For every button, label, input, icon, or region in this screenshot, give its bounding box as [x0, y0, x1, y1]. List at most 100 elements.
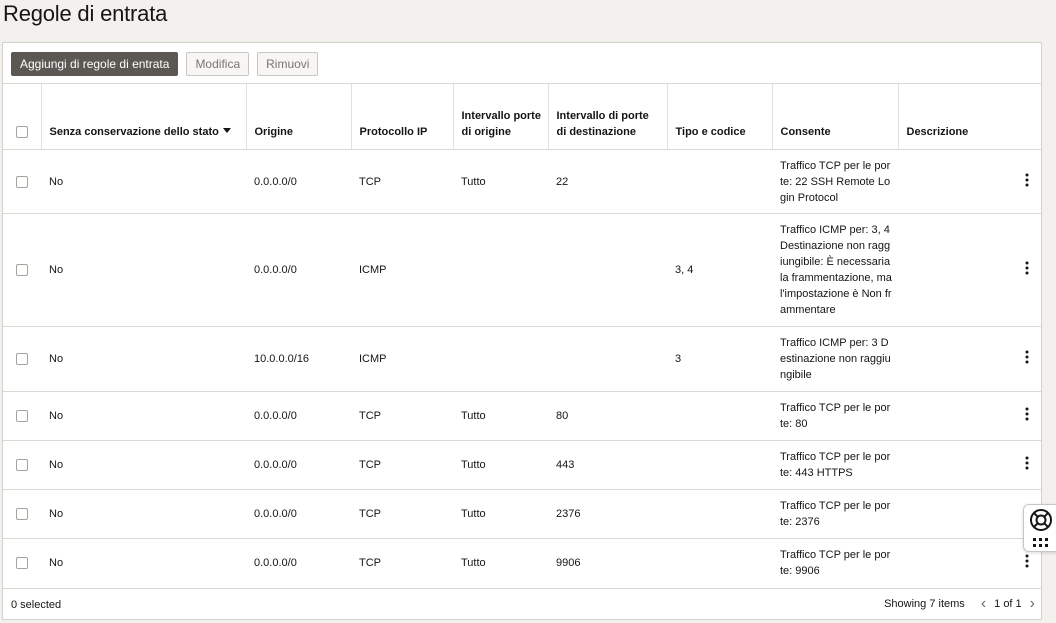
row-actions-cell — [1013, 391, 1041, 441]
cell-allows: Traffico ICMP per: 3 Destinazione non ra… — [772, 326, 898, 392]
cell-description — [898, 391, 1013, 441]
cell-protocol: TCP — [351, 391, 453, 441]
page-info: 1 of 1 — [994, 598, 1022, 610]
row-checkbox[interactable] — [16, 264, 28, 277]
row-actions-cell — [1013, 440, 1041, 490]
column-actions — [1013, 83, 1041, 150]
column-stateless[interactable]: Senza conservazione dello stato — [40, 83, 246, 150]
kebab-menu-icon[interactable] — [1025, 173, 1029, 187]
table-header-row: Senza conservazione dello stato Origine … — [3, 83, 1041, 150]
ingress-rules-table: Senza conservazione dello stato Origine … — [3, 83, 1041, 587]
cell-stateless: No — [41, 489, 246, 539]
cell-allows: Traffico TCP per le porte: 2376 — [772, 489, 898, 539]
cell-allows: Traffico TCP per le porte: 22 SSH Remote… — [772, 149, 898, 214]
lifebuoy-icon[interactable] — [1024, 505, 1056, 553]
cell-description — [898, 326, 1013, 392]
cell-protocol: ICMP — [351, 326, 453, 392]
cell-dest-port: 2376 — [548, 489, 667, 539]
table-row[interactable]: No 0.0.0.0/0 TCP Tutto 9906 Traffico TCP per … — [3, 538, 1041, 587]
cell-allows: Traffico ICMP per: 3, 4 Destinazione non… — [772, 213, 898, 327]
select-all-checkbox[interactable] — [15, 126, 28, 138]
cell-source-port — [453, 326, 548, 392]
cell-dest-port — [548, 213, 667, 327]
row-checkbox[interactable] — [16, 508, 28, 521]
cell-stateless: No — [41, 538, 246, 587]
cell-description — [898, 440, 1013, 490]
cell-allows: Traffico TCP per le porte: 9906 — [772, 538, 898, 587]
cell-source-port — [453, 213, 548, 327]
kebab-menu-icon[interactable] — [1025, 350, 1029, 364]
cell-type-code — [667, 440, 772, 490]
cell-source-port: Tutto — [453, 391, 548, 441]
column-protocol: Protocollo IP — [350, 83, 453, 150]
row-checkbox[interactable] — [16, 556, 28, 569]
table-row[interactable]: No 10.0.0.0/16 ICMP 3 Traffico ICMP per: 3 D… — [3, 326, 1041, 392]
cell-type-code — [667, 149, 772, 214]
add-ingress-rules-button[interactable]: Aggiungi di regole di entrata — [11, 52, 179, 76]
row-select-cell — [3, 326, 41, 392]
cell-description — [898, 149, 1013, 214]
cell-source-port: Tutto — [453, 149, 548, 214]
chevron-right-icon[interactable]: › — [1030, 596, 1035, 612]
row-actions-cell — [1013, 326, 1041, 392]
column-stateless-label: Senza conservazione dello stato — [49, 126, 219, 138]
column-allows: Consente — [771, 83, 898, 150]
cell-stateless: No — [41, 391, 246, 441]
remove-button[interactable]: Rimuovi — [257, 52, 319, 76]
cell-protocol: TCP — [351, 538, 453, 587]
kebab-menu-icon[interactable] — [1025, 554, 1029, 568]
cell-source: 0.0.0.0/0 — [246, 149, 351, 214]
cell-description — [898, 489, 1013, 539]
cell-allows: Traffico TCP per le porte: 443 HTTPS — [772, 440, 898, 490]
table-row[interactable]: No 0.0.0.0/0 ICMP 3, 4 Traffico ICMP per: 3,… — [3, 213, 1041, 327]
row-select-cell — [3, 538, 41, 587]
cell-stateless: No — [41, 149, 246, 214]
ingress-rules-panel: Aggiungi di regole di entrata Modifica R… — [2, 42, 1042, 620]
edit-button[interactable]: Modifica — [186, 52, 250, 76]
row-actions-cell — [1013, 149, 1041, 214]
cell-dest-port: 443 — [548, 440, 667, 490]
cell-type-code — [667, 489, 772, 539]
cell-description — [898, 538, 1013, 587]
cell-protocol: ICMP — [351, 213, 453, 327]
column-dest-port: Intervallo di porte di destinazione — [547, 83, 667, 150]
column-source-port: Intervallo porte di origine — [452, 83, 548, 150]
pagination: Showing 7 items ‹ 1 of 1 › — [884, 596, 1035, 612]
kebab-menu-icon[interactable] — [1025, 407, 1029, 421]
row-checkbox[interactable] — [16, 175, 28, 188]
cell-source: 0.0.0.0/0 — [246, 489, 351, 539]
cell-protocol: TCP — [351, 440, 453, 490]
table-footer: 0 selected Showing 7 items ‹ 1 of 1 › — [3, 588, 1041, 620]
cell-source: 0.0.0.0/0 — [246, 440, 351, 490]
chevron-left-icon[interactable]: ‹ — [981, 596, 986, 612]
cell-dest-port: 80 — [548, 391, 667, 441]
cell-source-port: Tutto — [453, 489, 548, 539]
cell-protocol: TCP — [351, 149, 453, 214]
table-row[interactable]: No 0.0.0.0/0 TCP Tutto 2376 Traffico TCP per … — [3, 489, 1041, 539]
table-row[interactable]: No 0.0.0.0/0 TCP Tutto 22 Traffico TCP per le… — [3, 149, 1041, 214]
row-select-cell — [3, 149, 41, 214]
table-row[interactable]: No 0.0.0.0/0 TCP Tutto 80 Traffico TCP per le… — [3, 391, 1041, 441]
row-checkbox[interactable] — [16, 459, 28, 472]
floating-help-widget[interactable] — [1023, 504, 1056, 552]
kebab-menu-icon[interactable] — [1025, 261, 1029, 275]
sort-down-icon — [222, 128, 231, 133]
cell-source: 0.0.0.0/0 — [246, 538, 351, 587]
cell-dest-port — [548, 326, 667, 392]
select-all-cell — [3, 83, 41, 150]
row-checkbox[interactable] — [16, 410, 28, 423]
cell-source-port: Tutto — [453, 538, 548, 587]
cell-stateless: No — [41, 440, 246, 490]
page-title: Regole di entrata — [3, 1, 168, 26]
items-count: Showing 7 items — [884, 598, 965, 610]
row-select-cell — [3, 213, 41, 327]
kebab-menu-icon[interactable] — [1025, 456, 1029, 470]
table-row[interactable]: No 0.0.0.0/0 TCP Tutto 443 Traffico TCP per l… — [3, 440, 1041, 490]
cell-stateless: No — [41, 213, 246, 327]
cell-type-code — [667, 538, 772, 587]
column-type-code: Tipo e codice — [666, 83, 772, 150]
row-checkbox[interactable] — [16, 353, 28, 366]
selected-count: 0 selected — [11, 599, 62, 611]
row-actions-cell — [1013, 213, 1041, 327]
column-source: Origine — [245, 83, 351, 150]
